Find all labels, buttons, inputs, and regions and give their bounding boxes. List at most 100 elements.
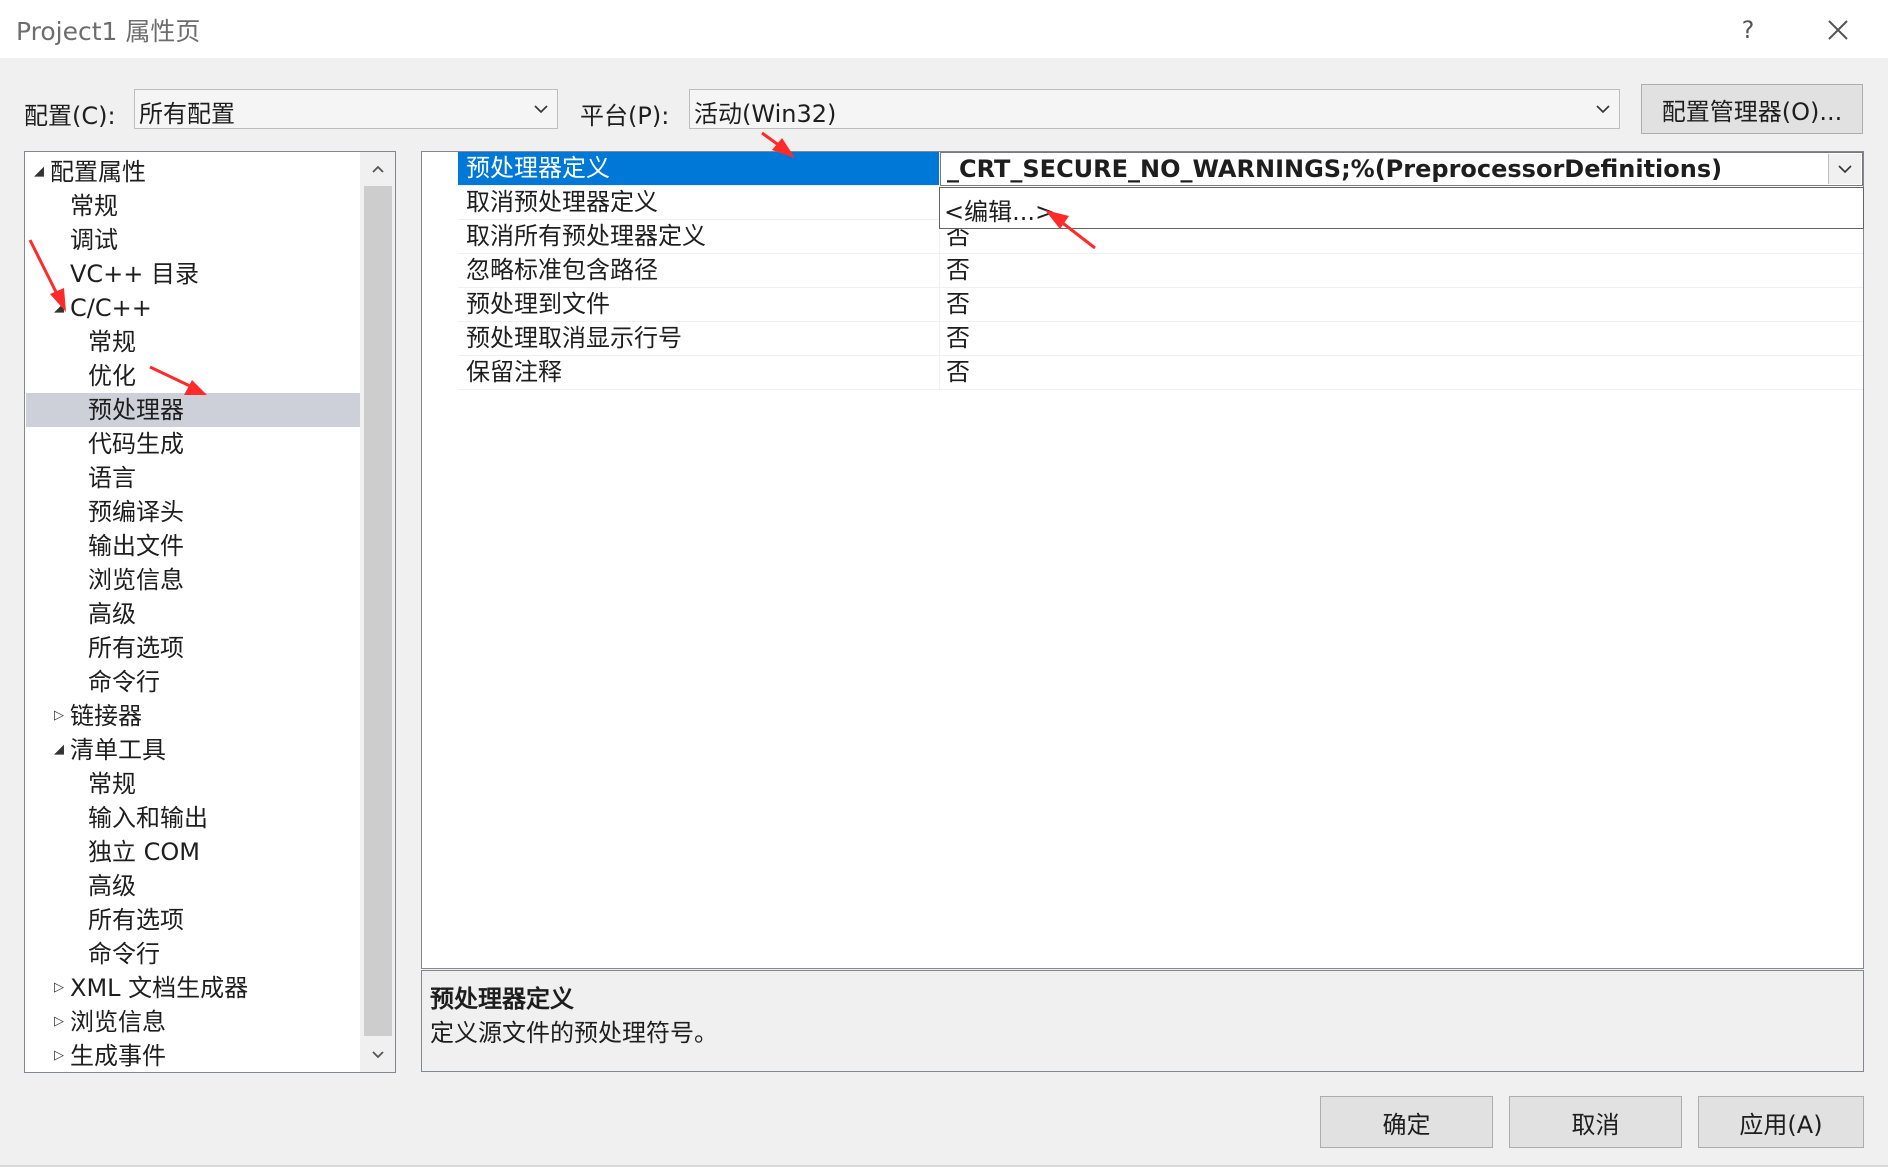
property-value[interactable]: 否 xyxy=(940,288,1863,322)
tree-item-label: 代码生成 xyxy=(88,430,184,458)
tree-item-label: 生成事件 xyxy=(70,1042,166,1070)
scroll-down-icon[interactable] xyxy=(360,1038,395,1072)
property-name[interactable]: 预处理取消显示行号 xyxy=(458,322,940,356)
tree-item[interactable]: VC++ 目录 xyxy=(26,257,361,291)
platform-select[interactable]: 活动(Win32) xyxy=(689,89,1620,129)
tree-item-label: 预处理器 xyxy=(88,396,184,424)
property-name[interactable]: 忽略标准包含路径 xyxy=(458,254,940,288)
property-name[interactable]: 预处理器定义 xyxy=(458,152,940,186)
property-value-text: 否 xyxy=(946,324,970,352)
property-value[interactable]: _CRT_SECURE_NO_WARNINGS;%(PreprocessorDe… xyxy=(940,152,1863,186)
property-name[interactable]: 取消所有预处理器定义 xyxy=(458,220,940,254)
property-row[interactable]: 保留注释否 xyxy=(422,356,1863,390)
tree-item-label: 预编译头 xyxy=(88,498,184,526)
property-name[interactable]: 保留注释 xyxy=(458,356,940,390)
tree-item[interactable]: 命令行 xyxy=(26,665,361,699)
property-row[interactable]: 预处理器定义 _CRT_SECURE_NO_WARNINGS;%(Preproce… xyxy=(422,152,1863,186)
property-value[interactable]: 否 xyxy=(940,356,1863,390)
close-icon xyxy=(1828,20,1848,40)
tree-item-label: 输入和输出 xyxy=(88,804,208,832)
tree-item-label: 高级 xyxy=(88,872,136,900)
tree-item-label: XML 文档生成器 xyxy=(70,974,249,1002)
tree-item-label: 优化 xyxy=(88,362,136,390)
chevron-down-icon[interactable] xyxy=(1828,154,1861,184)
cancel-button[interactable]: 取消 xyxy=(1509,1096,1682,1148)
property-value[interactable]: 否 xyxy=(940,254,1863,288)
property-value[interactable]: 否 xyxy=(940,322,1863,356)
property-grid: 预处理器定义 _CRT_SECURE_NO_WARNINGS;%(Preproce… xyxy=(421,151,1864,969)
tree-item[interactable]: 所有选项 xyxy=(26,631,361,665)
config-value: 所有配置 xyxy=(139,100,235,128)
tree-item-label: C/C++ xyxy=(70,294,152,322)
config-manager-button[interactable]: 配置管理器(O)... xyxy=(1641,84,1863,134)
expanded-toggle-icon[interactable]: ◢ xyxy=(52,291,66,325)
value-dropdown[interactable]: <编辑...> xyxy=(939,187,1864,229)
tree-item-label: 所有选项 xyxy=(88,634,184,662)
tree-item[interactable]: 常规 xyxy=(26,189,361,223)
tree-item[interactable]: 优化 xyxy=(26,359,361,393)
tree-item[interactable]: 所有选项 xyxy=(26,903,361,937)
property-name[interactable]: 取消预处理器定义 xyxy=(458,186,940,220)
tree-item-label: 清单工具 xyxy=(70,736,166,764)
title-bar: Project1 属性页 ? xyxy=(0,0,1888,58)
tree-item-label: 输出文件 xyxy=(88,532,184,560)
tree-item-label: 命令行 xyxy=(88,940,160,968)
tree-item[interactable]: ◢ 配置属性 xyxy=(26,155,361,189)
tree-item[interactable]: 命令行 xyxy=(26,937,361,971)
tree-item[interactable]: ▷ 生成事件 xyxy=(26,1039,361,1072)
tree-item[interactable]: 常规 xyxy=(26,767,361,801)
ok-button[interactable]: 确定 xyxy=(1320,1096,1493,1148)
tree-item-label: 语言 xyxy=(88,464,136,492)
collapsed-toggle-icon[interactable]: ▷ xyxy=(52,1005,66,1039)
scroll-thumb[interactable] xyxy=(364,186,392,1036)
help-button[interactable]: ? xyxy=(1722,6,1774,54)
tree-item[interactable]: 常规 xyxy=(26,325,361,359)
tree-item[interactable]: ▷ 浏览信息 xyxy=(26,1005,361,1039)
scroll-up-icon[interactable] xyxy=(360,152,395,186)
collapsed-toggle-icon[interactable]: ▷ xyxy=(52,699,66,733)
tree-item-label: 常规 xyxy=(88,770,136,798)
tree-item-label: 命令行 xyxy=(88,668,160,696)
dropdown-option-edit[interactable]: <编辑...> xyxy=(944,192,1055,227)
tree-item[interactable]: 独立 COM xyxy=(26,835,361,869)
collapsed-toggle-icon[interactable]: ▷ xyxy=(52,971,66,1005)
tree-item[interactable]: 浏览信息 xyxy=(26,563,361,597)
expanded-toggle-icon[interactable]: ◢ xyxy=(32,155,46,189)
property-value-text: _CRT_SECURE_NO_WARNINGS;%(PreprocessorDe… xyxy=(947,155,1723,183)
tree-item-label: 浏览信息 xyxy=(70,1008,166,1036)
property-name[interactable]: 预处理到文件 xyxy=(458,288,940,322)
platform-value: 活动(Win32) xyxy=(694,100,837,128)
tree-item-label: 高级 xyxy=(88,600,136,628)
property-tree: ◢ 配置属性 常规 调试 VC++ 目录 ◢ C/C++ 常规 优化 预处理器 代码生成 语言 预编译头… xyxy=(24,151,396,1073)
apply-button[interactable]: 应用(A) xyxy=(1698,1096,1864,1148)
property-value-text: 否 xyxy=(946,256,970,284)
platform-label: 平台(P): xyxy=(580,102,670,130)
chevron-down-icon xyxy=(1593,90,1613,128)
property-row[interactable]: 预处理取消显示行号否 xyxy=(422,322,1863,356)
property-row[interactable]: 预处理到文件否 xyxy=(422,288,1863,322)
tree-scrollbar[interactable] xyxy=(360,152,395,1072)
tree-item-label: 常规 xyxy=(88,328,136,356)
property-row[interactable]: 忽略标准包含路径否 xyxy=(422,254,1863,288)
tree-item[interactable]: 高级 xyxy=(26,869,361,903)
tree-item[interactable]: 预处理器 xyxy=(26,393,361,427)
tree-item[interactable]: 调试 xyxy=(26,223,361,257)
tree-item[interactable]: 预编译头 xyxy=(26,495,361,529)
config-select[interactable]: 所有配置 xyxy=(134,89,558,129)
tree-item[interactable]: ▷ 链接器 xyxy=(26,699,361,733)
config-label: 配置(C): xyxy=(24,102,116,130)
row-gutter xyxy=(422,186,458,220)
tree-item-label: 调试 xyxy=(70,226,118,254)
tree-item[interactable]: ◢ C/C++ xyxy=(26,291,361,325)
tree-item[interactable]: 代码生成 xyxy=(26,427,361,461)
tree-item-label: 浏览信息 xyxy=(88,566,184,594)
tree-item[interactable]: 输出文件 xyxy=(26,529,361,563)
close-button[interactable] xyxy=(1812,6,1864,54)
tree-item[interactable]: 高级 xyxy=(26,597,361,631)
collapsed-toggle-icon[interactable]: ▷ xyxy=(52,1039,66,1072)
tree-item[interactable]: ▷ XML 文档生成器 xyxy=(26,971,361,1005)
tree-item[interactable]: ◢ 清单工具 xyxy=(26,733,361,767)
expanded-toggle-icon[interactable]: ◢ xyxy=(52,733,66,767)
tree-item[interactable]: 输入和输出 xyxy=(26,801,361,835)
tree-item[interactable]: 语言 xyxy=(26,461,361,495)
